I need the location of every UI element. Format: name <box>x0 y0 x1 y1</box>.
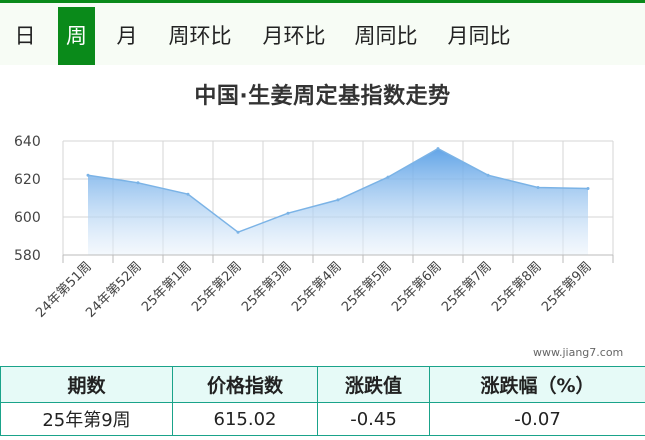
tab-day[interactable]: 日 <box>10 7 40 65</box>
data-point <box>236 230 240 234</box>
chart-title: 中国·生姜周定基指数走势 <box>194 84 451 109</box>
data-point <box>136 181 140 185</box>
cell-change-value: -0.45 <box>317 402 430 436</box>
y-tick-label: 620 <box>14 172 41 188</box>
header-change-value: 涨跌值 <box>317 366 430 403</box>
period-tabs: 日 周 月 周环比 月环比 周同比 月同比 <box>0 3 645 65</box>
x-tick-label: 25年第9周 <box>539 259 595 315</box>
data-point <box>286 211 290 215</box>
x-tick-label: 25年第1周 <box>139 259 195 315</box>
y-tick-label: 640 <box>14 134 41 150</box>
header-period: 期数 <box>0 366 173 403</box>
tab-month-year-on-year[interactable]: 月同比 <box>441 7 517 65</box>
header-change-percent: 涨跌幅（%） <box>429 366 645 403</box>
y-tick-label: 580 <box>14 248 41 264</box>
data-point <box>436 147 440 151</box>
data-point <box>586 186 590 190</box>
x-tick-label: 25年第3周 <box>239 259 295 315</box>
x-tick-label: 25年第8周 <box>489 259 545 315</box>
x-axis: 24年第51周24年第52周25年第1周25年第2周25年第3周25年第4周25… <box>33 254 614 321</box>
tab-week-on-week[interactable]: 周环比 <box>162 7 238 65</box>
data-point <box>186 192 190 196</box>
y-axis: 580 600 620 640 <box>14 134 41 264</box>
data-point <box>336 198 340 202</box>
x-tick-label: 25年第2周 <box>189 259 245 315</box>
data-point <box>386 175 390 179</box>
watermark: www.jiang7.com <box>533 346 624 359</box>
data-point <box>536 186 540 190</box>
data-point <box>86 173 90 177</box>
cell-period: 25年第9周 <box>0 402 173 436</box>
table-header-row: 期数 价格指数 涨跌值 涨跌幅（%） <box>0 366 645 403</box>
x-tick-label: 25年第4周 <box>289 259 345 315</box>
cell-price-index: 615.02 <box>172 402 318 436</box>
y-tick-label: 600 <box>14 210 41 226</box>
x-tick-label: 25年第6周 <box>389 259 445 315</box>
x-tick-label: 25年第7周 <box>439 259 495 315</box>
index-chart: 580 600 620 640 24年第51周24年第52周25年第1周25年第2周2… <box>14 134 614 321</box>
tab-week[interactable]: 周 <box>58 7 95 65</box>
table-row: 25年第9周 615.02 -0.45 -0.07 <box>0 402 645 436</box>
header-price-index: 价格指数 <box>172 366 318 403</box>
tab-week-year-on-year[interactable]: 周同比 <box>348 7 424 65</box>
tab-month[interactable]: 月 <box>110 7 144 65</box>
index-summary-table: 期数 价格指数 涨跌值 涨跌幅（%） 25年第9周 615.02 -0.45 -… <box>0 366 645 436</box>
tab-month-on-month[interactable]: 月环比 <box>256 7 332 65</box>
x-tick-label: 25年第5周 <box>339 259 395 315</box>
data-point <box>486 173 490 177</box>
cell-change-percent: -0.07 <box>429 402 645 436</box>
